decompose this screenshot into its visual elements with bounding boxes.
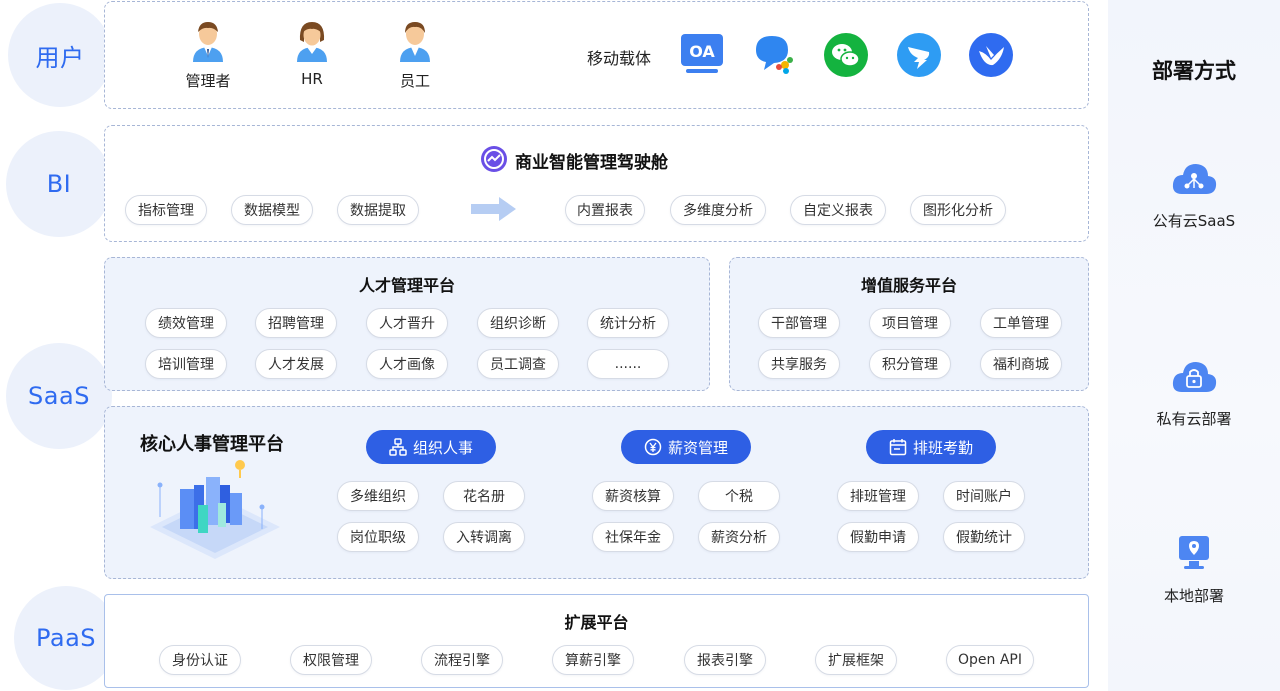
paas-item[interactable]: 算薪引擎 [552, 645, 634, 675]
deploy-label: 公有云SaaS [1152, 212, 1236, 230]
talent-item[interactable]: 人才发展 [255, 349, 337, 379]
role-manager: 管理者 [178, 20, 238, 91]
core-item[interactable]: 排班管理 [837, 481, 919, 511]
value-item[interactable]: 共享服务 [758, 349, 840, 379]
talent-item[interactable]: 组织诊断 [477, 308, 559, 338]
bi-cockpit-icon [481, 146, 507, 172]
core-item[interactable]: 岗位职级 [337, 522, 419, 552]
mobile-carrier-label: 移动载体 [587, 49, 652, 68]
layer-label-user: 用户 [8, 3, 112, 107]
value-item[interactable]: 福利商城 [980, 349, 1062, 379]
paas-title: 扩展平台 [564, 613, 629, 632]
core-item[interactable]: 花名册 [443, 481, 525, 511]
bi-item-builtin-report[interactable]: 内置报表 [565, 195, 645, 225]
cloud-share-icon [1172, 164, 1217, 194]
paas-item[interactable]: 扩展框架 [815, 645, 897, 675]
wechat-icon[interactable] [824, 33, 868, 77]
core-item[interactable]: 入转调离 [443, 522, 525, 552]
talent-item-more[interactable]: ...... [587, 349, 669, 379]
bi-item-indicator[interactable]: 指标管理 [125, 195, 207, 225]
module-label: 组织人事 [412, 438, 473, 457]
module-org-personnel-button[interactable]: 组织人事 [366, 430, 496, 464]
paas-item[interactable]: 身份认证 [159, 645, 241, 675]
paas-item[interactable]: 流程引擎 [421, 645, 503, 675]
layer-label-saas: SaaS [6, 343, 112, 449]
deploy-label: 本地部署 [1163, 587, 1224, 605]
qq-chat-icon[interactable] [752, 32, 796, 76]
hr-avatar-icon [297, 22, 327, 62]
core-item[interactable]: 薪资分析 [698, 522, 780, 552]
core-item[interactable]: 个税 [698, 481, 780, 511]
layer-label-bi: BI [6, 131, 112, 237]
deploy-label: 私有云部署 [1156, 410, 1232, 428]
module-label: 排班考勤 [912, 438, 973, 457]
talent-item[interactable]: 员工调查 [477, 349, 559, 379]
dingtalk-icon[interactable] [897, 33, 941, 77]
talent-platform-title: 人才管理平台 [358, 276, 455, 295]
cloud-lock-icon [1172, 362, 1217, 392]
module-salary-button[interactable]: 薪资管理 [621, 430, 751, 464]
value-item[interactable]: 工单管理 [980, 308, 1062, 338]
core-platform-title: 核心人事管理平台 [140, 434, 284, 455]
talent-item[interactable]: 绩效管理 [145, 308, 227, 338]
module-label: 薪资管理 [667, 438, 728, 457]
talent-item[interactable]: 统计分析 [587, 308, 669, 338]
bi-item-custom-report[interactable]: 自定义报表 [790, 195, 886, 225]
talent-item[interactable]: 培训管理 [145, 349, 227, 379]
bi-item-multi-analysis[interactable]: 多维度分析 [670, 195, 766, 225]
core-item[interactable]: 假勤统计 [943, 522, 1025, 552]
yuan-coin-icon [644, 438, 662, 456]
deploy-title: 部署方式 [1152, 59, 1236, 83]
core-item[interactable]: 时间账户 [943, 481, 1025, 511]
core-item[interactable]: 多维组织 [337, 481, 419, 511]
oa-icon[interactable]: OA [680, 32, 724, 76]
monitor-location-icon [1179, 536, 1209, 569]
feishu-icon[interactable] [969, 33, 1013, 77]
bi-item-data-model[interactable]: 数据模型 [231, 195, 313, 225]
talent-item[interactable]: 人才画像 [366, 349, 448, 379]
talent-item[interactable]: 人才晋升 [366, 308, 448, 338]
talent-item[interactable]: 招聘管理 [255, 308, 337, 338]
value-item[interactable]: 干部管理 [758, 308, 840, 338]
bi-item-data-extract[interactable]: 数据提取 [337, 195, 419, 225]
bi-item-graphic-analysis[interactable]: 图形化分析 [910, 195, 1006, 225]
module-attendance-button[interactable]: 排班考勤 [866, 430, 996, 464]
paas-item[interactable]: 报表引擎 [684, 645, 766, 675]
layer-label-paas: PaaS [14, 586, 118, 690]
city-buildings-illustration [150, 460, 280, 559]
role-hr: HR [282, 20, 342, 88]
core-item[interactable]: 社保年金 [592, 522, 674, 552]
value-item[interactable]: 项目管理 [869, 308, 951, 338]
oa-icon-text: OA [689, 42, 715, 61]
core-item[interactable]: 假勤申请 [837, 522, 919, 552]
arrow-right-icon [471, 197, 516, 221]
manager-avatar-icon [193, 22, 223, 62]
role-label: 管理者 [185, 72, 231, 90]
role-employee: 员工 [385, 20, 445, 91]
bi-title: 商业智能管理驾驶舱 [515, 153, 668, 173]
org-chart-icon [389, 438, 407, 456]
value-item[interactable]: 积分管理 [869, 349, 951, 379]
paas-item[interactable]: Open API [946, 645, 1034, 675]
role-label: HR [301, 70, 323, 88]
deploy-panel: 部署方式 公有云SaaS 私有云部署 本地部署 [1108, 0, 1280, 691]
calendar-icon [889, 439, 907, 456]
core-item[interactable]: 薪资核算 [592, 481, 674, 511]
role-label: 员工 [399, 72, 430, 90]
value-platform-title: 增值服务平台 [860, 276, 957, 295]
paas-item[interactable]: 权限管理 [290, 645, 372, 675]
employee-avatar-icon [400, 22, 430, 62]
